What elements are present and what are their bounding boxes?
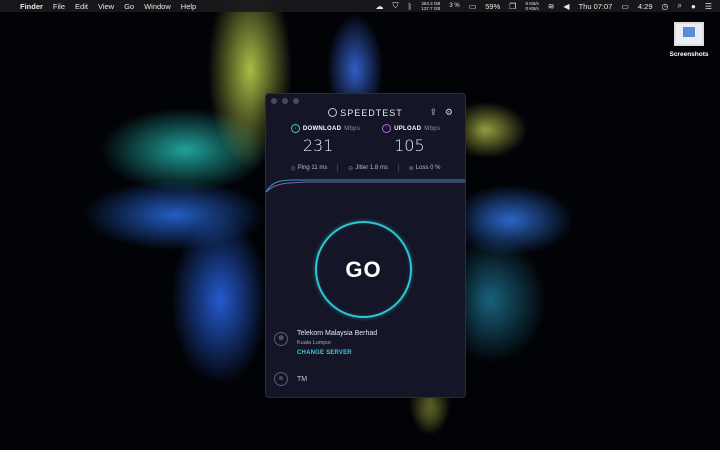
screenshots-folder-icon (674, 22, 704, 46)
menu-go[interactable]: Go (124, 2, 134, 11)
battery-status-icon[interactable]: ▭ (621, 2, 629, 11)
isp-info: ≋ TM (274, 372, 307, 386)
brand-text: SPEEDTEST (340, 108, 403, 118)
window-titlebar[interactable]: SPEEDTEST ⇪ ⚙ (266, 94, 465, 124)
time-machine-icon[interactable]: ◷ (662, 2, 669, 11)
menu-help[interactable]: Help (181, 2, 196, 11)
loss-icon: ⊗ (408, 165, 414, 172)
menu-file[interactable]: File (53, 2, 65, 11)
user-avatar-icon[interactable]: ● (691, 2, 696, 11)
change-server-link[interactable]: CHANGE SERVER (297, 350, 377, 356)
menu-edit[interactable]: Edit (75, 2, 88, 11)
bluetooth-icon[interactable]: ᛒ (408, 2, 413, 11)
battery-icon[interactable]: ▭ (469, 2, 477, 11)
settings-icon[interactable]: ⚙ (445, 107, 453, 118)
time-secondary[interactable]: 4:29 (638, 2, 653, 11)
upload-unit: Mbps (424, 125, 441, 132)
speed-graph (266, 174, 465, 194)
share-icon[interactable]: ⇪ (429, 107, 437, 118)
latency-stats: ◎ Ping 11 ms ⊖ Jitter 1.8 ms ⊗ Loss 0 % (291, 164, 441, 172)
download-unit: Mbps (344, 125, 361, 132)
upload-value: 105 (394, 136, 425, 155)
close-button[interactable] (271, 98, 277, 104)
menu-finder[interactable]: Finder (20, 2, 43, 11)
speedtest-logo-icon (328, 108, 338, 117)
dropbox-icon[interactable]: ❒ (509, 2, 516, 11)
menu-view[interactable]: View (98, 2, 114, 11)
upload-metric: ↑ UPLOAD Mbps 105 (382, 124, 440, 155)
ping-stat: ◎ Ping 11 ms (290, 165, 328, 172)
speedtest-window: SPEEDTEST ⇪ ⚙ ↓ DOWNLOAD Mbps 231 ↑ UPLO… (265, 93, 466, 398)
download-metric: ↓ DOWNLOAD Mbps 231 (290, 124, 361, 155)
divider (337, 164, 339, 172)
disk-usage[interactable]: 363.3 GB 137.7 GB (421, 1, 440, 11)
download-value: 231 (302, 136, 334, 155)
server-city: Kuala Lumpur (297, 340, 332, 346)
minimize-button[interactable] (282, 98, 288, 104)
download-arrow-icon: ↓ (290, 124, 300, 133)
spotlight-icon[interactable]: ⌕ (678, 1, 682, 11)
wifi-icon: ≋ (274, 372, 288, 386)
traffic-lights (271, 98, 299, 104)
loss-stat: ⊗ Loss 0 % (408, 165, 441, 172)
ping-icon: ◎ (290, 165, 296, 172)
go-button[interactable]: GO (315, 221, 412, 318)
clock[interactable]: Thu 07:07 (579, 2, 613, 11)
isp-name: TM (297, 375, 308, 383)
wifi-icon[interactable]: ≋ (548, 2, 555, 11)
desktop-folder-screenshots[interactable]: Screenshots (663, 22, 715, 58)
server-info: ⊕ Telekom Malaysia Berhad Kuala Lumpur C… (274, 330, 457, 356)
shield-icon[interactable]: ⛉ (393, 1, 399, 11)
desktop-folder-label: Screenshots (669, 51, 709, 58)
upload-arrow-icon: ↑ (382, 124, 392, 133)
upload-label: UPLOAD (394, 125, 422, 132)
server-globe-icon: ⊕ (274, 332, 288, 346)
notification-center-icon[interactable]: ☰ (705, 2, 712, 11)
cpu-usage[interactable]: 3 % (449, 3, 459, 9)
speed-graph-lines (266, 179, 465, 193)
results-panel: ↓ DOWNLOAD Mbps 231 ↑ UPLOAD Mbps 105 (266, 124, 465, 155)
menu-bar: Finder File Edit View Go Window Help ☁ ⛉… (0, 0, 720, 12)
battery-percent[interactable]: 59% (485, 2, 500, 11)
divider (397, 164, 399, 172)
zoom-button[interactable] (293, 98, 299, 104)
cloud-icon[interactable]: ☁ (376, 2, 384, 11)
menu-window[interactable]: Window (144, 2, 171, 11)
download-label: DOWNLOAD (302, 125, 342, 132)
jitter-stat: ⊖ Jitter 1.8 ms (348, 165, 388, 172)
network-speed[interactable]: 0 KB/s 0 KB/s (525, 1, 538, 11)
jitter-icon: ⊖ (348, 165, 354, 172)
volume-icon[interactable]: ◀ (563, 2, 569, 11)
server-name: Telekom Malaysia Berhad (297, 330, 378, 337)
